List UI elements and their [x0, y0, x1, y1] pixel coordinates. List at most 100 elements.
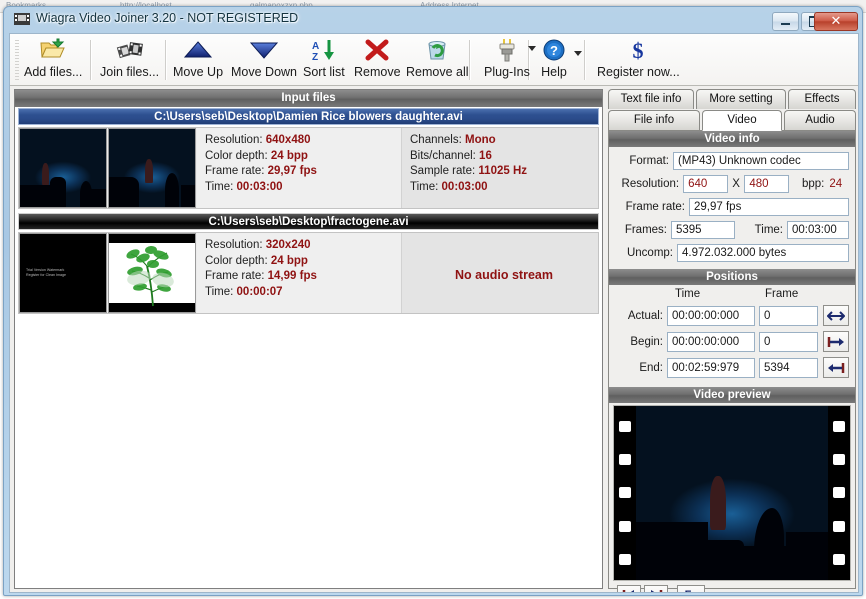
tab-text-file-info[interactable]: Text file info: [608, 89, 694, 109]
fern-frame: [109, 234, 195, 312]
skip-to-start-button[interactable]: [617, 585, 641, 592]
uncomp-value[interactable]: 4.972.032.000 bytes: [677, 244, 849, 262]
preview-image: [636, 406, 830, 580]
sprocket-hole: [619, 421, 631, 433]
triangle-down-icon: [249, 37, 279, 63]
no-audio-stream-label: No audio stream: [455, 267, 553, 282]
chevron-down-icon[interactable]: [528, 46, 536, 51]
thumbnail[interactable]: [108, 128, 196, 208]
bits-label: Bits/channel:: [410, 149, 480, 162]
remove-button[interactable]: Remove: [354, 36, 401, 84]
help-label: Help: [541, 65, 567, 79]
sort-list-label: Sort list: [303, 65, 345, 79]
thumbnail[interactable]: [108, 233, 196, 313]
framerate-label: Frame rate:: [625, 201, 685, 213]
end-time-field[interactable]: 00:02:59:979: [667, 357, 755, 378]
time-value[interactable]: 00:03:00: [787, 221, 849, 239]
chevron-down-icon[interactable]: [574, 51, 582, 56]
register-now-button[interactable]: $ Register now...: [597, 36, 680, 84]
skip-to-start-icon: [622, 590, 634, 592]
effects-fx-button[interactable]: Fx: [677, 585, 705, 592]
sprocket-hole: [833, 487, 845, 499]
video-info-column: Resolution: 320x240 Color depth: 24 bpp …: [197, 233, 402, 313]
remove-all-button[interactable]: Remove all: [406, 36, 469, 84]
actual-time-field[interactable]: 00:00:00:000: [667, 305, 755, 326]
close-button[interactable]: ✕: [814, 12, 858, 31]
list-item[interactable]: C:\Users\seb\Desktop\fractogene.avi Tria…: [16, 213, 601, 314]
tab-file-info[interactable]: File info: [608, 110, 700, 130]
actual-label: Actual:: [627, 309, 663, 322]
resolution-separator: X: [732, 178, 740, 190]
toolbar-separator: [469, 40, 471, 80]
toolbar-separator: [90, 40, 92, 80]
file-list[interactable]: C:\Users\seb\Desktop\Damien Rice blowers…: [16, 107, 601, 587]
client-area: Add files... Join files... Move Up Move …: [9, 33, 859, 593]
time-label: Time:: [754, 224, 783, 236]
join-film-icon: [116, 37, 144, 63]
begin-time-field[interactable]: 00:00:00:000: [667, 331, 755, 352]
format-value[interactable]: (MP43) Unknown codec: [673, 152, 849, 170]
positions-row-end: End: 00:02:59:979 5394: [615, 357, 849, 378]
concert-frame-b: [109, 129, 195, 207]
set-begin-button[interactable]: [823, 331, 849, 352]
watermark-line-2: Register for Clean Image: [26, 273, 66, 277]
tab-effects[interactable]: Effects: [788, 89, 856, 109]
resolution-width-field[interactable]: 640: [683, 175, 728, 193]
help-button[interactable]: ? Help: [541, 36, 582, 84]
resolution-height-field[interactable]: 480: [744, 175, 790, 193]
plugins-button[interactable]: Plug-Ins: [484, 36, 536, 84]
resolution-label: Resolution:: [205, 134, 266, 146]
file-path-label[interactable]: C:\Users\seb\Desktop\fractogene.avi: [18, 213, 599, 230]
frames-value[interactable]: 5395: [671, 221, 735, 239]
time-label: Time:: [205, 180, 237, 193]
toolbar-grip[interactable]: [15, 40, 19, 80]
thumbnail[interactable]: Trial Version Watermark Register for Cle…: [19, 233, 107, 313]
red-x-icon: [364, 37, 390, 63]
add-files-label: Add files...: [24, 65, 83, 79]
begin-frame-field[interactable]: 0: [759, 331, 818, 352]
sprocket-hole: [833, 454, 845, 466]
tab-video[interactable]: Video: [702, 110, 782, 131]
uncomp-row: Uncomp: 4.972.032.000 bytes: [615, 244, 849, 262]
channels-label: Channels:: [410, 134, 465, 146]
tab-more-setting[interactable]: More setting: [696, 89, 786, 109]
channels-value: Mono: [464, 134, 496, 146]
set-both-icon: [827, 310, 845, 321]
bpp-label: bpp:: [801, 178, 825, 190]
resolution-label: Resolution:: [621, 178, 680, 190]
colordepth-label: Color depth:: [205, 254, 271, 267]
minimize-icon: [781, 22, 790, 25]
preview-frame[interactable]: [613, 405, 851, 581]
audio-info-column: No audio stream: [402, 233, 598, 313]
join-files-button[interactable]: Join files...: [100, 36, 159, 84]
recycle-bin-icon: [424, 37, 450, 63]
sort-list-button[interactable]: A Z Sort list: [303, 36, 345, 84]
bpp-value: 24: [824, 175, 850, 193]
move-down-button[interactable]: Move Down: [231, 36, 297, 84]
tab-audio[interactable]: Audio: [784, 110, 856, 130]
title-bar[interactable]: Wiagra Video Joiner 3.20 - NOT REGISTERE…: [4, 7, 862, 33]
film-sprockets-left: [614, 406, 636, 580]
remove-all-label: Remove all: [406, 65, 469, 79]
thumbnail[interactable]: [19, 128, 107, 208]
format-row: Format: (MP43) Unknown codec: [615, 152, 849, 170]
move-up-button[interactable]: Move Up: [173, 36, 223, 84]
colordepth-value: 24 bpp: [270, 149, 308, 162]
frames-row: Frames: 5395 Time: 00:03:00: [615, 221, 849, 239]
audio-time-value: 00:03:00: [441, 180, 488, 193]
set-both-button[interactable]: [823, 305, 849, 326]
framerate-value[interactable]: 29,97 fps: [689, 198, 849, 216]
actual-frame-field[interactable]: 0: [759, 305, 818, 326]
triangle-up-icon: [183, 37, 213, 63]
add-files-button[interactable]: Add files...: [24, 36, 82, 84]
skip-to-end-button[interactable]: [644, 585, 668, 592]
set-end-button[interactable]: [823, 357, 849, 378]
list-item[interactable]: C:\Users\seb\Desktop\Damien Rice blowers…: [16, 108, 601, 209]
svg-text:?: ?: [550, 43, 558, 58]
end-frame-field[interactable]: 5394: [759, 357, 818, 378]
file-details: Resolution: 640x480 Color depth: 24 bpp …: [18, 127, 599, 209]
minimize-button[interactable]: [772, 12, 799, 31]
file-path-label[interactable]: C:\Users\seb\Desktop\Damien Rice blowers…: [18, 108, 599, 125]
time-label: Time:: [205, 285, 237, 298]
svg-text:$: $: [633, 38, 644, 62]
